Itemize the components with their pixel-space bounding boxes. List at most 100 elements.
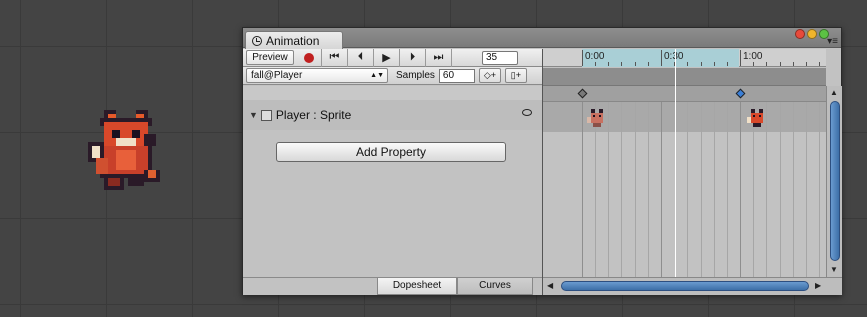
vertical-scroll-thumb[interactable]	[830, 101, 840, 261]
scroll-left-arrow-icon[interactable]: ◀	[547, 281, 553, 290]
samples-label: Samples	[396, 70, 435, 81]
add-event-button[interactable]: ▯+	[504, 68, 527, 83]
ruler-tick	[714, 62, 715, 66]
add-keyframe-button[interactable]: ◇+	[478, 68, 501, 83]
grid-line	[648, 102, 649, 277]
ruler-label-1: 0:30	[664, 51, 684, 62]
view-mode-tabs: Dopesheet Curves	[243, 277, 542, 295]
grid-line	[740, 102, 741, 277]
tab-curves[interactable]: Curves	[457, 278, 533, 295]
grid-line	[582, 102, 583, 277]
playback-toolbar: Preview ⏮ ⏴ ▶ ⏵ ⏭ 35	[243, 48, 542, 67]
property-label: Player : Sprite	[275, 108, 352, 122]
grid-line	[806, 102, 807, 277]
add-keyframe-icon: ◇+	[483, 70, 496, 80]
scroll-up-arrow-icon[interactable]: ▲	[830, 88, 838, 97]
sprite-key-track[interactable]	[543, 102, 826, 132]
horizontal-scrollbar[interactable]: ◀ ▶	[543, 277, 842, 295]
player-sprite-preview	[88, 110, 160, 190]
summary-keyframe-start[interactable]	[577, 88, 588, 99]
grid-line	[701, 102, 702, 277]
playhead[interactable]	[675, 49, 676, 277]
ruler-tick	[661, 50, 662, 66]
ruler-tick	[793, 62, 794, 66]
skip-end-icon: ⏭	[433, 51, 444, 63]
grid-line	[819, 102, 820, 277]
tab-dopesheet[interactable]: Dopesheet	[377, 278, 457, 295]
window-tab-label: Animation	[266, 33, 320, 48]
play-icon: ▶	[382, 52, 391, 64]
expand-triangle-icon[interactable]: ▼	[249, 110, 258, 120]
ruler-tick	[766, 62, 767, 66]
clip-toolbar: fall@Player ▲▼ Samples 60 ◇+ ▯+	[243, 67, 542, 85]
close-window-button[interactable]	[795, 29, 805, 39]
skip-start-icon: ⏮	[329, 51, 340, 63]
grid-line	[793, 102, 794, 277]
ruler-tick	[635, 62, 636, 66]
minimize-window-button[interactable]	[807, 29, 817, 39]
ruler-tick	[780, 62, 781, 66]
ruler-tick	[687, 62, 688, 66]
window-controls	[795, 29, 829, 39]
window-menu-icon[interactable]: ▾≡	[826, 37, 838, 47]
scroll-down-arrow-icon[interactable]: ▼	[830, 265, 838, 274]
tab-animation[interactable]: Animation	[245, 31, 343, 49]
sprite-keyframe-end[interactable]	[747, 109, 767, 129]
last-key-button[interactable]: ⏭	[426, 48, 452, 67]
event-track[interactable]	[543, 68, 826, 86]
animation-window: Animation ▾≡ Preview ⏮ ⏴ ▶ ⏵ ⏭ 35 fall@P…	[242, 27, 842, 295]
timeline-area[interactable]: 0:00 0:30 1:00	[543, 49, 826, 277]
first-key-button[interactable]: ⏮	[322, 48, 348, 67]
step-forward-icon: ⏵	[409, 51, 416, 63]
window-title-bar: Animation ▾≡	[243, 28, 841, 49]
ruler-label-0: 0:00	[585, 51, 605, 62]
time-ruler[interactable]: 0:00 0:30 1:00	[543, 49, 826, 67]
samples-input[interactable]: 60	[438, 68, 475, 83]
grid-line	[621, 102, 622, 277]
vertical-scrollbar[interactable]: ▲ ▼	[826, 86, 842, 277]
record-button[interactable]	[296, 48, 322, 67]
grid-line	[687, 102, 688, 277]
play-button[interactable]: ▶	[374, 48, 400, 67]
summary-keyframe-end[interactable]	[735, 88, 746, 99]
ruler-tick	[701, 62, 702, 66]
prev-key-button[interactable]: ⏴	[348, 48, 374, 67]
dopesheet-grid[interactable]	[543, 102, 826, 277]
grid-line	[635, 102, 636, 277]
ruler-label-2: 1:00	[743, 51, 763, 62]
property-toggle-icon[interactable]	[522, 109, 532, 116]
property-list-header	[243, 86, 542, 100]
ruler-tick	[595, 62, 596, 66]
grid-line	[608, 102, 609, 277]
grid-line	[727, 102, 728, 277]
ruler-tick	[819, 62, 820, 66]
scroll-right-arrow-icon[interactable]: ▶	[815, 281, 821, 290]
grid-line	[714, 102, 715, 277]
select-arrows-icon: ▲▼	[370, 72, 384, 79]
clip-select[interactable]: fall@Player ▲▼	[246, 68, 388, 83]
add-property-button[interactable]: Add Property	[276, 142, 506, 162]
grid-line	[661, 102, 662, 277]
ruler-tick	[740, 50, 741, 66]
next-key-button[interactable]: ⏵	[400, 48, 426, 67]
ruler-tick	[608, 62, 609, 66]
ruler-tick	[753, 62, 754, 66]
ruler-tick	[648, 62, 649, 66]
sprite-component-icon	[260, 109, 272, 121]
ruler-tick	[806, 62, 807, 66]
ruler-tick	[582, 50, 583, 66]
frame-input[interactable]: 35	[482, 50, 518, 65]
summary-key-track[interactable]	[543, 86, 826, 102]
step-back-icon: ⏴	[357, 51, 364, 63]
grid-line	[780, 102, 781, 277]
add-event-icon: ▯+	[510, 70, 522, 80]
horizontal-scroll-thumb[interactable]	[561, 281, 809, 291]
ruler-tick	[727, 62, 728, 66]
preview-button[interactable]: Preview	[246, 50, 294, 65]
clip-select-value: fall@Player	[251, 70, 303, 81]
record-icon	[303, 52, 314, 63]
property-row[interactable]: ▼ Player : Sprite	[243, 100, 542, 130]
clock-icon	[252, 35, 262, 46]
ruler-tick	[621, 62, 622, 66]
sprite-keyframe-start[interactable]	[587, 109, 607, 129]
